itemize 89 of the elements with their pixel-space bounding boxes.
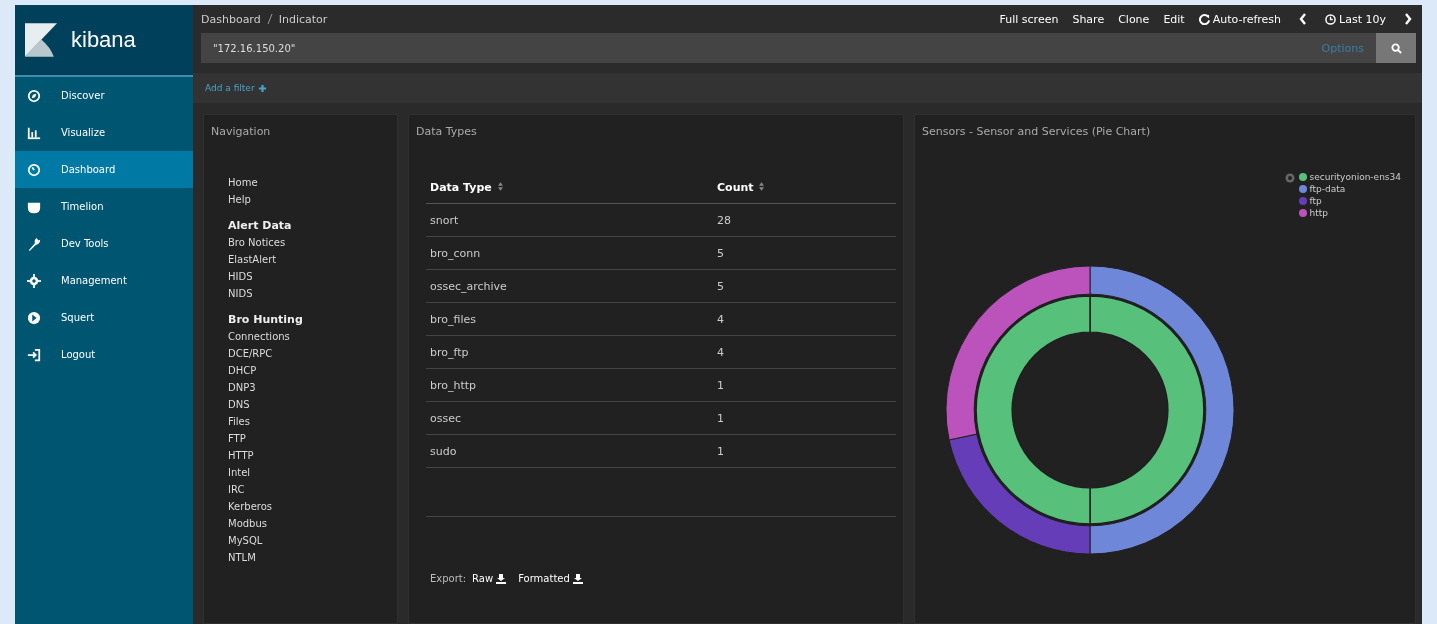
sidebar-item[interactable]: Visualize	[15, 114, 193, 151]
export-link[interactable]: Raw	[472, 573, 507, 584]
sidebar-item[interactable]: Dev Tools	[15, 225, 193, 262]
table-cell: 1	[713, 368, 896, 402]
wrench-icon	[27, 236, 41, 251]
search-icon	[1390, 42, 1402, 54]
refresh-icon	[1198, 13, 1210, 25]
nav-link[interactable]: HIDS	[228, 268, 390, 285]
nav-link[interactable]: NIDS	[228, 285, 390, 302]
app-name: kibana	[71, 27, 136, 53]
legend-item[interactable]: ftp	[1298, 195, 1401, 207]
export-label: Export:	[430, 573, 467, 584]
table-cell: bro_ftp	[426, 335, 713, 369]
nav-link[interactable]: Help	[228, 191, 390, 208]
nav-link[interactable]: Files	[228, 413, 390, 430]
nav-link[interactable]: Home	[228, 174, 390, 191]
nav-link[interactable]: Kerberos	[228, 498, 390, 515]
table-cell: 1	[713, 401, 896, 435]
sidebar-item[interactable]: Logout	[15, 336, 193, 373]
menu-link[interactable]: Auto-refresh	[1198, 12, 1282, 26]
table-cell: 4	[713, 335, 896, 369]
panel-title: Navigation	[211, 125, 272, 138]
logout-icon	[27, 347, 41, 362]
nav-link[interactable]: Connections	[228, 328, 390, 345]
table-cell: snort	[426, 203, 713, 237]
nav-link[interactable]: DHCP	[228, 362, 390, 379]
legend-item[interactable]: ftp-data	[1298, 183, 1401, 195]
compass-icon	[27, 88, 41, 103]
table-cell: 28	[713, 203, 896, 237]
sidebar-item[interactable]: Discover	[15, 77, 193, 114]
legend-item[interactable]: http	[1298, 207, 1401, 219]
breadcrumb-link[interactable]: Dashboard	[201, 12, 261, 26]
nav-link[interactable]: HTTP	[228, 447, 390, 464]
sort-icon	[759, 181, 765, 191]
nav-link[interactable]: Modbus	[228, 515, 390, 532]
table-cell: sudo	[426, 434, 713, 468]
bar-chart-icon	[27, 125, 41, 140]
sidebar-item[interactable]: Dashboard	[15, 151, 193, 188]
nav-link[interactable]: MySQL	[228, 532, 390, 549]
nav-link[interactable]: IRC	[228, 481, 390, 498]
nav-heading: Bro Hunting	[228, 312, 304, 328]
nav-link[interactable]: Bro Notices	[228, 234, 390, 251]
table-cell: bro_conn	[426, 236, 713, 270]
sidebar-item[interactable]: Squert	[15, 299, 193, 336]
play-icon	[27, 310, 41, 325]
search-button[interactable]	[1376, 33, 1416, 63]
table-cell: 4	[713, 302, 896, 336]
nav-link[interactable]: Intel	[228, 464, 390, 481]
dashboard-icon	[27, 162, 41, 177]
table-cell: 5	[713, 269, 896, 303]
panel-title: Data Types	[416, 125, 478, 138]
add-filter-link[interactable]: Add a filter	[205, 83, 267, 93]
nav-heading: Alert Data	[228, 218, 293, 234]
table-cell: bro_http	[426, 368, 713, 402]
column-header[interactable]: Count	[713, 171, 896, 204]
chevron-right-icon	[1404, 13, 1412, 25]
legend-toggle-icon[interactable]	[1284, 173, 1295, 183]
menu-link[interactable]: Clone	[1118, 12, 1150, 26]
legend-item[interactable]: securityonion-ens34	[1298, 171, 1401, 183]
table-cell: ossec_archive	[426, 269, 713, 303]
sort-icon	[497, 181, 503, 191]
clock-icon	[1325, 13, 1337, 25]
plus-icon	[257, 83, 267, 93]
column-header[interactable]: Data Type	[426, 171, 713, 204]
table-cell: 1	[713, 434, 896, 468]
panel-title: Sensors - Sensor and Services (Pie Chart)	[922, 125, 1152, 138]
menu-link[interactable]: Full screen	[999, 12, 1059, 26]
time-picker-link[interactable]: Last 10y	[1325, 12, 1386, 26]
menu-link[interactable]: Edit	[1163, 12, 1185, 26]
chevron-left-icon	[1299, 13, 1308, 25]
export-link[interactable]: Formatted	[518, 573, 583, 584]
nav-link[interactable]: DNP3	[228, 379, 390, 396]
nav-link[interactable]: DNS	[228, 396, 390, 413]
kibana-logo-icon	[25, 23, 57, 57]
breadcrumb-link[interactable]: Indicator	[278, 12, 328, 26]
table-cell: bro_files	[426, 302, 713, 336]
nav-link[interactable]: DCE/RPC	[228, 345, 390, 362]
download-icon	[496, 573, 507, 584]
table-cell: 5	[713, 236, 896, 270]
nav-link[interactable]: NTLM	[228, 549, 390, 566]
download-icon	[572, 573, 583, 584]
query-input-field[interactable]: "172.16.150.20" Options	[201, 33, 1376, 63]
menu-link[interactable]: Share	[1072, 12, 1105, 26]
nav-link[interactable]: FTP	[228, 430, 390, 447]
nav-link[interactable]: ElastAlert	[228, 251, 390, 268]
table-cell: ossec	[426, 401, 713, 435]
breadcrumb-separator-icon	[266, 13, 273, 25]
sidebar-item[interactable]: Management	[15, 262, 193, 299]
sidebar-item[interactable]: Timelion	[15, 188, 193, 225]
